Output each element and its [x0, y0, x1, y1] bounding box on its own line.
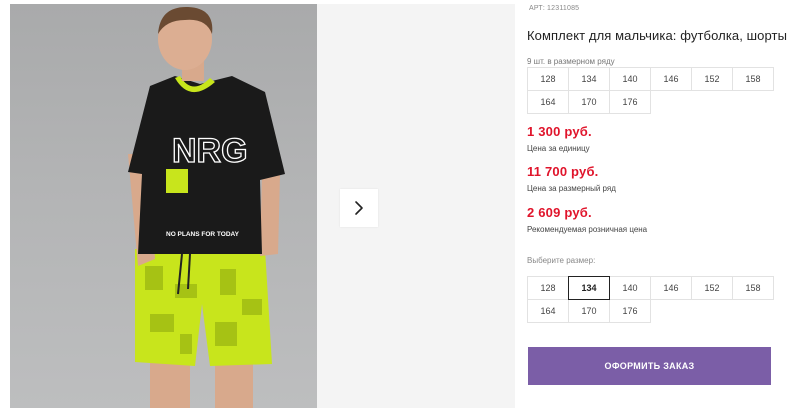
unit-price: 1 300 руб.	[527, 124, 592, 139]
chevron-right-icon	[355, 201, 363, 215]
size-option-146[interactable]: 146	[650, 276, 692, 300]
article-label: АРТ:	[529, 5, 546, 12]
article-value: 12311085	[547, 5, 580, 12]
size-option-134[interactable]: 134	[568, 276, 610, 300]
tshirt-print-nrg: NRG	[172, 132, 248, 170]
product-photo[interactable]: NRG NO PLANS FOR TODAY	[10, 4, 317, 408]
retail-price-label: Рекомендуемая розничная цена	[527, 225, 648, 234]
tshirt-print-slogan: NO PLANS FOR TODAY	[166, 231, 240, 238]
product-title: Комплект для мальчика: футболка, шорты	[527, 28, 788, 43]
set-size-cell: 152	[691, 67, 733, 91]
size-option-140[interactable]: 140	[609, 276, 651, 300]
product-gallery: NRG NO PLANS FOR TODAY	[0, 0, 515, 408]
article-number: АРТ: 12311085	[527, 5, 579, 12]
set-size-cell: 146	[650, 67, 692, 91]
set-size-count: 9 шт. в размерном ряду	[527, 57, 615, 66]
set-price-label: Цена за размерный ряд	[527, 184, 616, 193]
set-size-cell: 158	[732, 67, 774, 91]
unit-price-label: Цена за единицу	[527, 144, 590, 153]
set-size-cell: 128	[527, 67, 569, 91]
size-picker-caption: Выберите размер:	[527, 256, 596, 265]
set-size-cell: 164	[527, 90, 569, 114]
retail-price: 2 609 руб.	[527, 205, 592, 220]
place-order-button[interactable]: Оформить заказ	[528, 347, 771, 385]
set-size-cell: 176	[609, 90, 651, 114]
size-option-152[interactable]: 152	[691, 276, 733, 300]
set-size-cell: 170	[568, 90, 610, 114]
size-option-176[interactable]: 176	[609, 299, 651, 323]
size-option-164[interactable]: 164	[527, 299, 569, 323]
size-option-170[interactable]: 170	[568, 299, 610, 323]
size-picker-grid: 128 134 140 146 152 158 164 170 176	[527, 276, 774, 323]
set-sizes-grid: 128 134 140 146 152 158 164 170 176	[527, 67, 774, 114]
set-size-cell: 134	[568, 67, 610, 91]
size-option-158[interactable]: 158	[732, 276, 774, 300]
size-option-128[interactable]: 128	[527, 276, 569, 300]
set-price: 11 700 руб.	[527, 164, 599, 179]
product-photo-illustration: NRG NO PLANS FOR TODAY	[128, 6, 285, 408]
set-size-cell: 140	[609, 67, 651, 91]
gallery-next-button[interactable]	[340, 189, 378, 227]
